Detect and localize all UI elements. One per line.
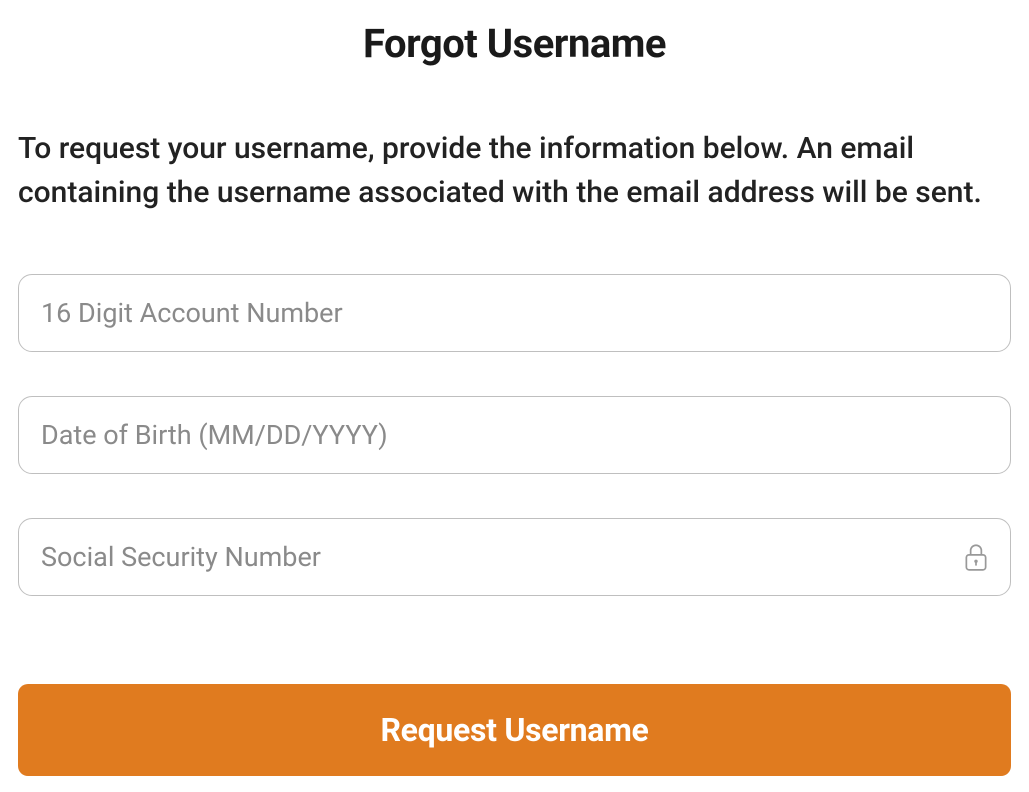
account-number-input[interactable] xyxy=(18,274,1011,352)
page-title: Forgot Username xyxy=(18,20,1011,67)
instructions-text: To request your username, provide the in… xyxy=(18,127,1011,214)
date-of-birth-input[interactable] xyxy=(18,396,1011,474)
ssn-field-wrapper xyxy=(18,518,1011,596)
date-of-birth-field-wrapper xyxy=(18,396,1011,474)
spacer xyxy=(18,640,1011,684)
ssn-input[interactable] xyxy=(18,518,1011,596)
request-username-button[interactable]: Request Username xyxy=(18,684,1011,776)
account-number-field-wrapper xyxy=(18,274,1011,352)
